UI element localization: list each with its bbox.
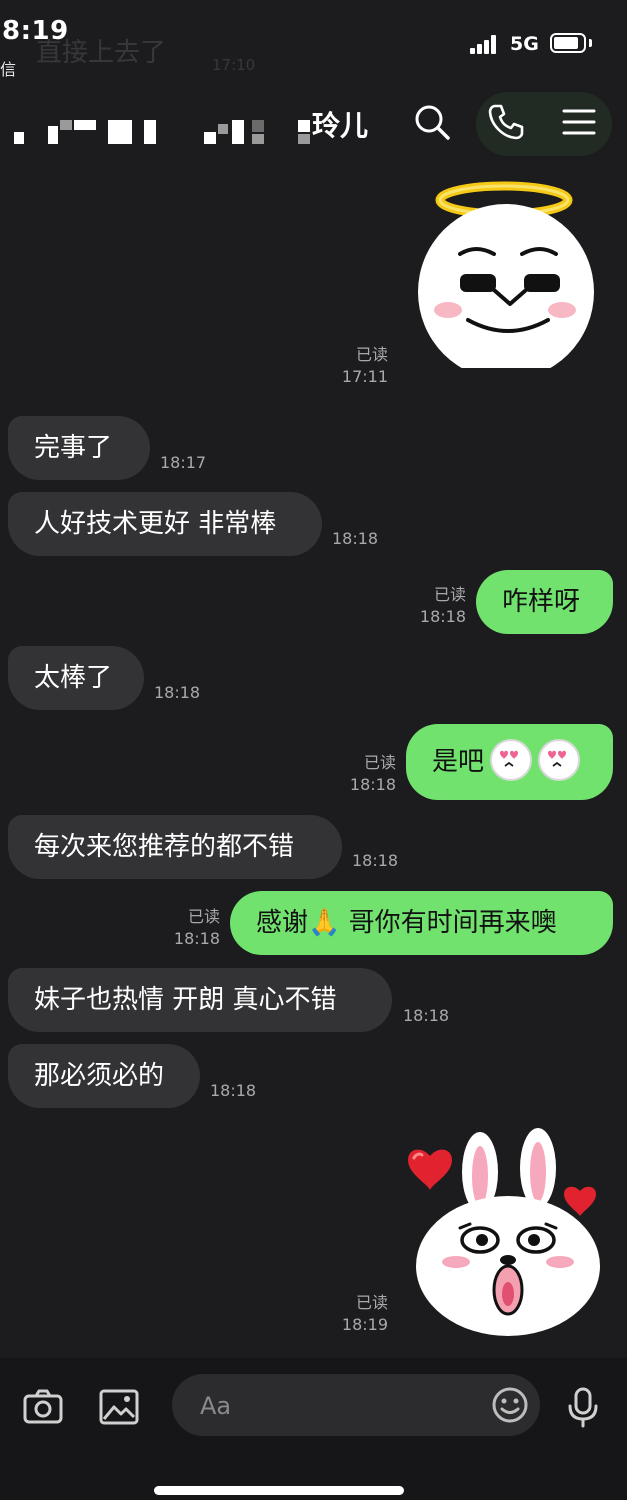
composer-bar	[0, 1358, 627, 1500]
read-receipt: 已读	[355, 1293, 388, 1312]
message-text: 感谢	[256, 908, 309, 938]
message-time: 18:18	[419, 607, 466, 626]
signal-strength-icon	[470, 34, 502, 54]
status-bar: 直接上去了 17:10 8:19 信 5G	[0, 0, 627, 80]
heart-eyes-face-icon	[490, 738, 533, 781]
message-time: 17:11	[341, 367, 388, 386]
chat-header: 玲儿	[0, 90, 627, 165]
menu-icon[interactable]	[560, 102, 600, 142]
battery-level	[554, 37, 578, 49]
outgoing-message-bubble[interactable]: 是吧	[406, 724, 613, 800]
heart-eyes-face-icon	[538, 738, 581, 781]
contact-name[interactable]: 玲儿	[312, 104, 368, 144]
message-input[interactable]	[198, 1374, 482, 1438]
outgoing-message-bubble[interactable]: 感谢🙏 哥你有时间再来噢	[230, 891, 613, 955]
incoming-message-bubble[interactable]: 人好技术更好 非常棒	[8, 492, 322, 556]
folded-hands-emoji: 🙏	[308, 908, 341, 938]
status-sub-label: 信	[0, 60, 17, 79]
angel-face-sticker[interactable]	[414, 178, 598, 380]
incoming-message-bubble[interactable]: 那必须必的	[8, 1044, 200, 1108]
home-indicator[interactable]	[154, 1486, 404, 1495]
message-time: 18:18	[403, 1006, 450, 1025]
bunny-hearts-sticker[interactable]	[404, 1128, 614, 1340]
background-ghost-time: 17:10	[212, 56, 256, 74]
message-time: 18:18	[154, 683, 201, 702]
message-time: 18:18	[352, 851, 399, 870]
camera-icon[interactable]	[22, 1386, 64, 1428]
message-time: 18:18	[173, 929, 220, 948]
battery-icon	[550, 33, 586, 53]
read-receipt: 已读	[355, 345, 388, 364]
incoming-message-bubble[interactable]: 每次来您推荐的都不错	[8, 815, 342, 879]
message-input-container[interactable]	[172, 1374, 540, 1438]
incoming-message-bubble[interactable]: 妹子也热情 开朗 真心不错	[8, 968, 392, 1032]
message-text: 是吧	[432, 747, 485, 777]
message-time: 18:19	[341, 1315, 388, 1334]
microphone-icon[interactable]	[562, 1386, 604, 1428]
read-receipt: 已读	[187, 907, 220, 926]
battery-tip	[589, 39, 592, 47]
message-time: 18:17	[160, 453, 207, 472]
incoming-message-bubble[interactable]: 太棒了	[8, 646, 144, 710]
read-receipt: 已读	[433, 585, 466, 604]
emoji-icon[interactable]	[490, 1385, 530, 1425]
phone-call-icon[interactable]	[486, 102, 526, 142]
read-receipt: 已读	[363, 753, 396, 772]
message-text: 哥你有时间再来噢	[340, 908, 557, 938]
image-gallery-icon[interactable]	[98, 1386, 140, 1428]
network-type: 5G	[510, 33, 539, 55]
message-time: 18:18	[332, 529, 379, 548]
outgoing-message-bubble[interactable]: 咋样呀	[476, 570, 613, 634]
search-icon[interactable]	[412, 102, 452, 142]
message-time: 18:18	[349, 775, 396, 794]
incoming-message-bubble[interactable]: 完事了	[8, 416, 150, 480]
message-time: 18:18	[210, 1081, 257, 1100]
status-time: 8:19	[2, 16, 69, 46]
